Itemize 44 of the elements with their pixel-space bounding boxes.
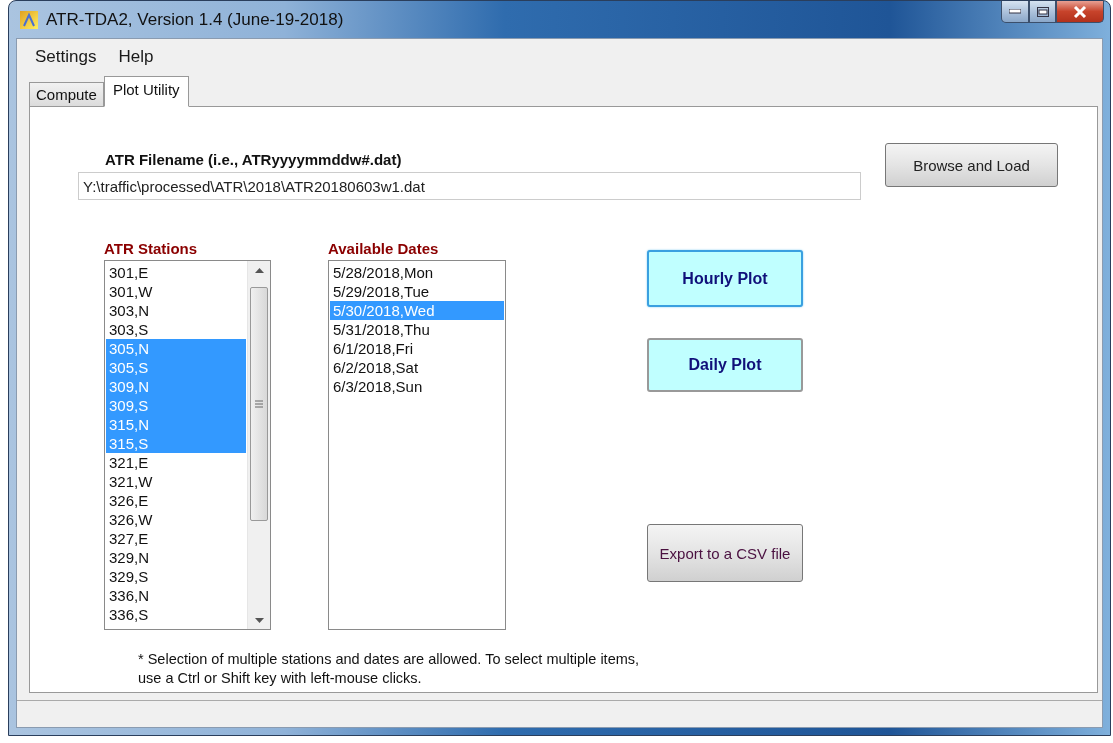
plot-button[interactable]: Hourly Plot — [647, 250, 803, 307]
list-item[interactable]: 326,E — [106, 491, 246, 510]
menu-item[interactable]: Settings — [27, 45, 105, 69]
list-item[interactable]: 329,S — [106, 567, 246, 586]
list-item[interactable]: 326,W — [106, 510, 246, 529]
list-item[interactable]: 6/1/2018,Fri — [330, 339, 504, 358]
plot-button[interactable]: Daily Plot — [647, 338, 803, 392]
list-item[interactable]: 303,N — [106, 301, 246, 320]
list-item[interactable]: 6/3/2018,Sun — [330, 377, 504, 396]
maximize-button[interactable] — [1029, 1, 1056, 23]
tab[interactable]: Compute — [29, 82, 104, 107]
list-item[interactable]: 301,W — [106, 282, 246, 301]
list-item[interactable]: 329,N — [106, 548, 246, 567]
scrollbar-thumb[interactable] — [250, 287, 268, 521]
menu-item[interactable]: Help — [110, 45, 162, 69]
browse-button[interactable]: Browse and Load — [885, 143, 1058, 187]
list-label: ATR Stations — [104, 240, 199, 257]
help-note: * Selection of multiple stations and dates are allowed. To select multiple items, use a Ctrl or Shift key with left-mouse clicks. — [138, 650, 641, 688]
list-item[interactable]: 5/28/2018,Mon — [330, 263, 504, 282]
list-item[interactable]: 327,E — [106, 529, 246, 548]
list-item[interactable]: 301,E — [106, 263, 246, 282]
minimize-button[interactable] — [1001, 1, 1029, 23]
list-label: Available Dates — [328, 240, 440, 257]
maximize-icon — [1036, 6, 1049, 17]
export-button[interactable]: Export to a CSV file — [647, 524, 803, 582]
filename-field[interactable]: Y:\traffic\processed\ATR\2018\ATR20180603w1.dat — [78, 172, 861, 200]
list-item[interactable]: 321,E — [106, 453, 246, 472]
list-item[interactable]: 303,S — [106, 320, 246, 339]
list-item[interactable]: 336,S — [106, 605, 246, 624]
list-item[interactable]: 5/31/2018,Thu — [330, 320, 504, 339]
list-box[interactable]: 301,E 301,W 303,N 303,S 305,N 305,S 309,N 309,S 315,N 315,S 321,E 321,W 326,E 326,W 327,E 329,N 329,S 336,N 336,S — [104, 260, 271, 630]
list-box[interactable]: 5/28/2018,Mon 5/29/2018,Tue 5/30/2018,Wed 5/31/2018,Thu 6/1/2018,Fri 6/2/2018,Sat 6/3/2018,Sun — [328, 260, 506, 630]
field-label: ATR Filename (i.e., ATRyyyymmddw#.dat) — [105, 151, 403, 168]
app-icon — [20, 10, 38, 29]
close-icon — [1073, 5, 1087, 18]
list-item[interactable]: 5/29/2018,Tue — [330, 282, 504, 301]
minimize-icon — [1009, 9, 1021, 14]
list-item[interactable]: 6/2/2018,Sat — [330, 358, 504, 377]
close-button[interactable] — [1056, 1, 1104, 23]
tab[interactable]: Plot Utility — [103, 76, 189, 107]
list-item[interactable]: 321,W — [106, 472, 246, 491]
scrollbar[interactable] — [247, 261, 270, 629]
window-title: ATR-TDA2, Version 1.4 (June-19-2018) — [46, 9, 345, 30]
list-item[interactable]: 336,N — [106, 586, 246, 605]
